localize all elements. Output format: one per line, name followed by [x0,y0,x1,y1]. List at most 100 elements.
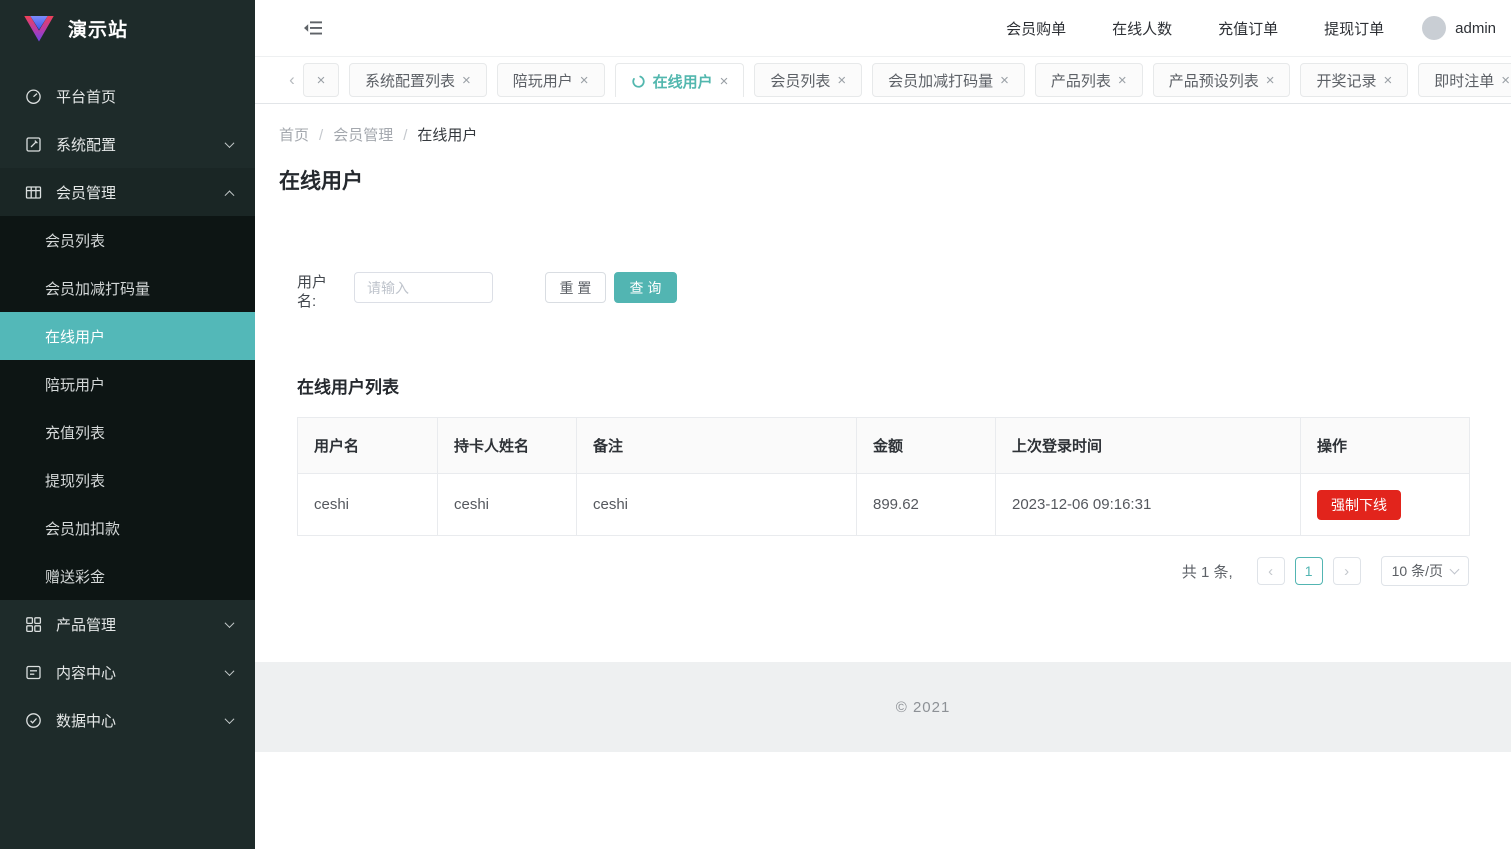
topbar-link-recharge-orders[interactable]: 充值订单 [1218,18,1278,39]
sidebar-subitem-label: 陪玩用户 [45,376,106,394]
page-size-select[interactable]: 10 条/页 [1380,556,1469,586]
tab-member-list[interactable]: 会员列表 [754,63,863,97]
sidebar-subitem-online-users[interactable]: 在线用户 [0,312,255,360]
list-section-title: 在线用户列表 [297,378,399,397]
col-remark: 备注 [576,417,857,474]
sidebar-subitem-gift-bonus[interactable]: 赠送彩金 [0,552,255,600]
cell-username: ceshi [297,473,438,536]
dashboard-icon [25,88,42,105]
breadcrumb-current: 在线用户 [417,127,478,144]
topbar-right: 会员购单 在线人数 充值订单 提现订单 admin 简体 [960,16,1511,40]
pagination-prev-icon[interactable] [1256,557,1285,585]
search-button[interactable]: 查 询 [614,272,677,303]
tab-online-users[interactable]: 在线用户 [614,63,745,97]
tab-realtime-bets[interactable]: 即时注单 [1418,63,1511,97]
sidebar-item-content-center[interactable]: 内容中心 [0,648,255,696]
tab-system-config-list[interactable]: 系统配置列表 [349,63,487,97]
sidebar-subitem-withdraw-list[interactable]: 提现列表 [0,456,255,504]
main-area: R 会员购单 在线人数 充值订单 提现订单 admin 简体 [255,0,1511,849]
check-circle-icon [25,712,42,729]
chevron-down-icon [224,137,235,148]
close-icon[interactable] [720,73,729,90]
sidebar-subitem-label: 赠送彩金 [45,568,106,586]
tab-companion-users[interactable]: 陪玩用户 [496,63,605,97]
close-icon[interactable] [317,72,326,89]
tab-product-list[interactable]: 产品列表 [1034,63,1143,97]
chevron-down-icon [224,713,235,724]
tab-label: 会员加减打码量 [888,72,994,90]
sidebar-item-label: 内容中心 [56,664,117,682]
tab-product-preset-list[interactable]: 产品预设列表 [1152,63,1291,97]
topbar-link-online-count[interactable]: 在线人数 [1112,18,1172,39]
sidebar-item-product-management[interactable]: 产品管理 [0,600,255,648]
sidebar-item-label: 产品管理 [56,616,117,634]
tab-label: 产品列表 [1050,72,1111,90]
close-icon[interactable] [1000,72,1009,89]
breadcrumb-member-management[interactable]: 会员管理 [333,124,417,145]
app-title: 演示站 [68,20,129,41]
page-title: 在线用户 [279,170,363,193]
table-header-row: 用户名 持卡人姓名 备注 金额 上次登录时间 操作 [297,417,1470,474]
topbar-link-withdraw-orders[interactable]: 提现订单 [1324,18,1384,39]
tab-partial[interactable] [303,63,339,97]
sidebar-item-platform-home[interactable]: 平台首页 [0,72,255,120]
sidebar-subitem-member-credit-debit[interactable]: 会员加扣款 [0,504,255,552]
sidebar-subitem-label: 会员加扣款 [45,520,121,538]
tab-member-bet-adjust[interactable]: 会员加减打码量 [872,63,1025,97]
close-icon[interactable] [837,72,846,89]
cell-cardholder: ceshi [437,473,577,536]
page-footer: © 2021 [255,662,1511,752]
breadcrumb-home[interactable]: 首页 [279,124,333,145]
fold-menu-icon[interactable] [303,19,323,37]
col-cardholder: 持卡人姓名 [437,417,577,474]
tabs-scroll-left-icon[interactable] [285,70,299,90]
edit-icon [25,136,42,153]
close-icon[interactable] [1501,72,1510,89]
app-root: 演示站 平台首页 系统配置 会员管理 会员列表 会员加减打码量 在线用户 陪玩用… [0,0,1511,849]
force-offline-button[interactable]: 强制下线 [1317,489,1401,520]
username-input[interactable] [354,272,493,303]
close-icon[interactable] [1266,72,1275,89]
sidebar-subitem-member-list[interactable]: 会员列表 [0,216,255,264]
sidebar-item-system-config[interactable]: 系统配置 [0,120,255,168]
close-icon[interactable] [1118,72,1127,89]
sidebar-subitem-companion-users[interactable]: 陪玩用户 [0,360,255,408]
col-amount: 金额 [856,417,996,474]
cell-action: 强制下线 [1300,473,1470,536]
tabs-bar: 系统配置列表 陪玩用户 在线用户 会员列表 会员加减打码量 产品列表 产品预设列… [255,57,1511,104]
v-logo-icon [24,15,54,42]
topbar-link-member-orders[interactable]: 会员购单 [1006,18,1066,39]
username-label[interactable]: admin [1455,20,1496,37]
sidebar-item-label: 数据中心 [56,712,117,730]
sidebar-subitem-label: 充值列表 [45,424,106,442]
tab-label: 产品预设列表 [1168,72,1259,90]
loading-icon [631,74,646,89]
reset-button[interactable]: 重 置 [545,272,606,303]
tab-label: 陪玩用户 [512,72,573,90]
tab-label: 开奖记录 [1316,72,1377,90]
pagination-next-icon[interactable] [1332,557,1361,585]
page-content: 首页 会员管理 在线用户 在线用户 用户名: 重 置 查 询 在线用户列表 [255,104,1511,662]
chevron-down-icon [1449,564,1460,574]
content-icon [25,664,42,681]
sidebar-subitem-recharge-list[interactable]: 充值列表 [0,408,255,456]
tabs-wrap: 系统配置列表 陪玩用户 在线用户 会员列表 会员加减打码量 产品列表 产品预设列… [303,63,1511,97]
sidebar-item-data-center[interactable]: 数据中心 [0,696,255,744]
close-icon[interactable] [580,72,589,89]
tab-label: 会员列表 [770,72,831,90]
close-icon[interactable] [1383,72,1392,89]
app-logo[interactable]: 演示站 [0,0,255,57]
sidebar-subitem-member-bet-adjust[interactable]: 会员加减打码量 [0,264,255,312]
col-username: 用户名 [297,417,438,474]
close-icon[interactable] [462,72,471,89]
cell-last-login: 2023-12-06 09:16:31 [995,473,1301,536]
copyright-label: © 2021 [895,698,951,716]
sidebar-item-label: 系统配置 [56,136,117,154]
sidebar-subitem-label: 会员加减打码量 [45,280,151,298]
sidebar-item-member-management[interactable]: 会员管理 [0,168,255,216]
pagination-page-1[interactable]: 1 [1294,557,1323,585]
avatar[interactable] [1422,16,1447,40]
sidebar: 演示站 平台首页 系统配置 会员管理 会员列表 会员加减打码量 在线用户 陪玩用… [0,0,255,849]
online-users-table: 用户名 持卡人姓名 备注 金额 上次登录时间 操作 ceshi ceshi ce [297,417,1470,536]
tab-lottery-records[interactable]: 开奖记录 [1300,63,1409,97]
